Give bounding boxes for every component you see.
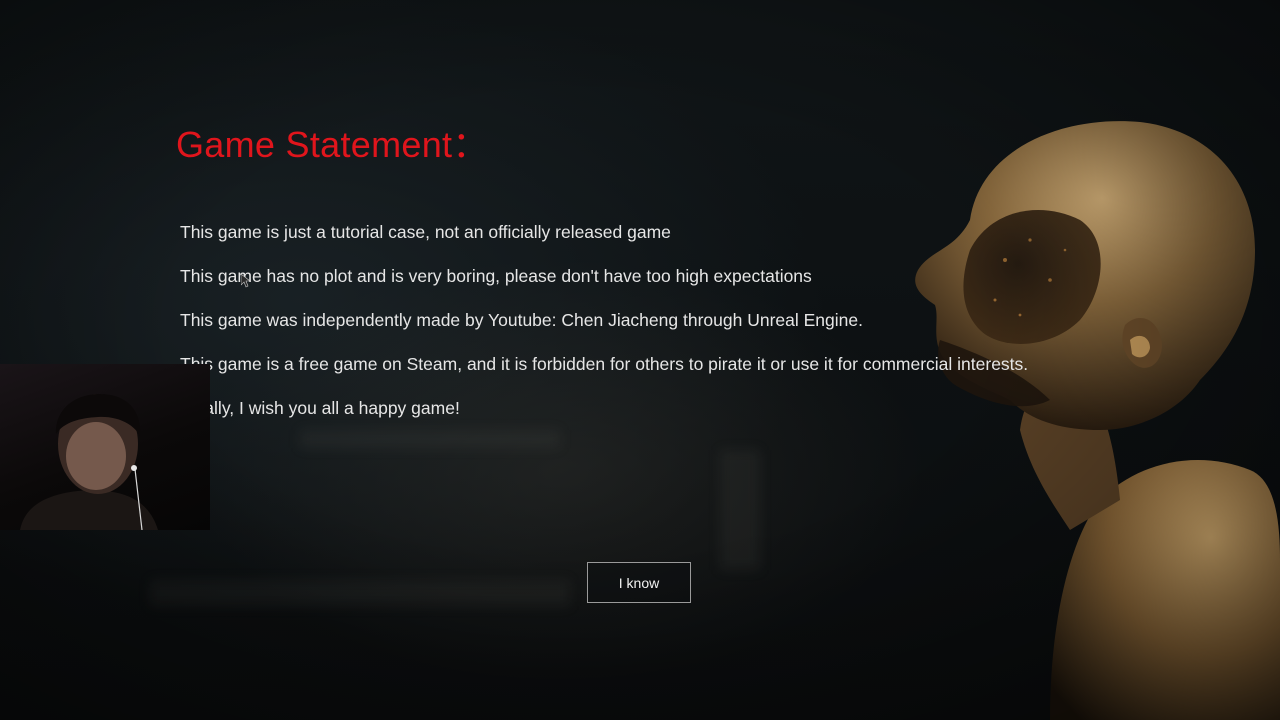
mouse-pointer-icon <box>241 274 251 288</box>
statement-line: Finally, I wish you all a happy game! <box>180 398 460 418</box>
statement-title: Game Statement： <box>176 124 489 165</box>
statement-line: This game was independently made by Yout… <box>180 310 863 330</box>
background-light-streak <box>720 450 760 570</box>
statement-list: This game is just a tutorial case, not a… <box>180 218 1028 438</box>
streamer-silhouette-icon <box>20 394 158 530</box>
statement-line: This game has no plot and is very boring… <box>180 266 812 286</box>
webcam-overlay <box>0 364 210 530</box>
statement-line: This game is just a tutorial case, not a… <box>180 222 671 242</box>
statement-line: This game is a free game on Steam, and i… <box>180 354 1029 374</box>
i-know-button[interactable]: I know <box>587 562 691 603</box>
background-light-streak <box>150 580 570 606</box>
